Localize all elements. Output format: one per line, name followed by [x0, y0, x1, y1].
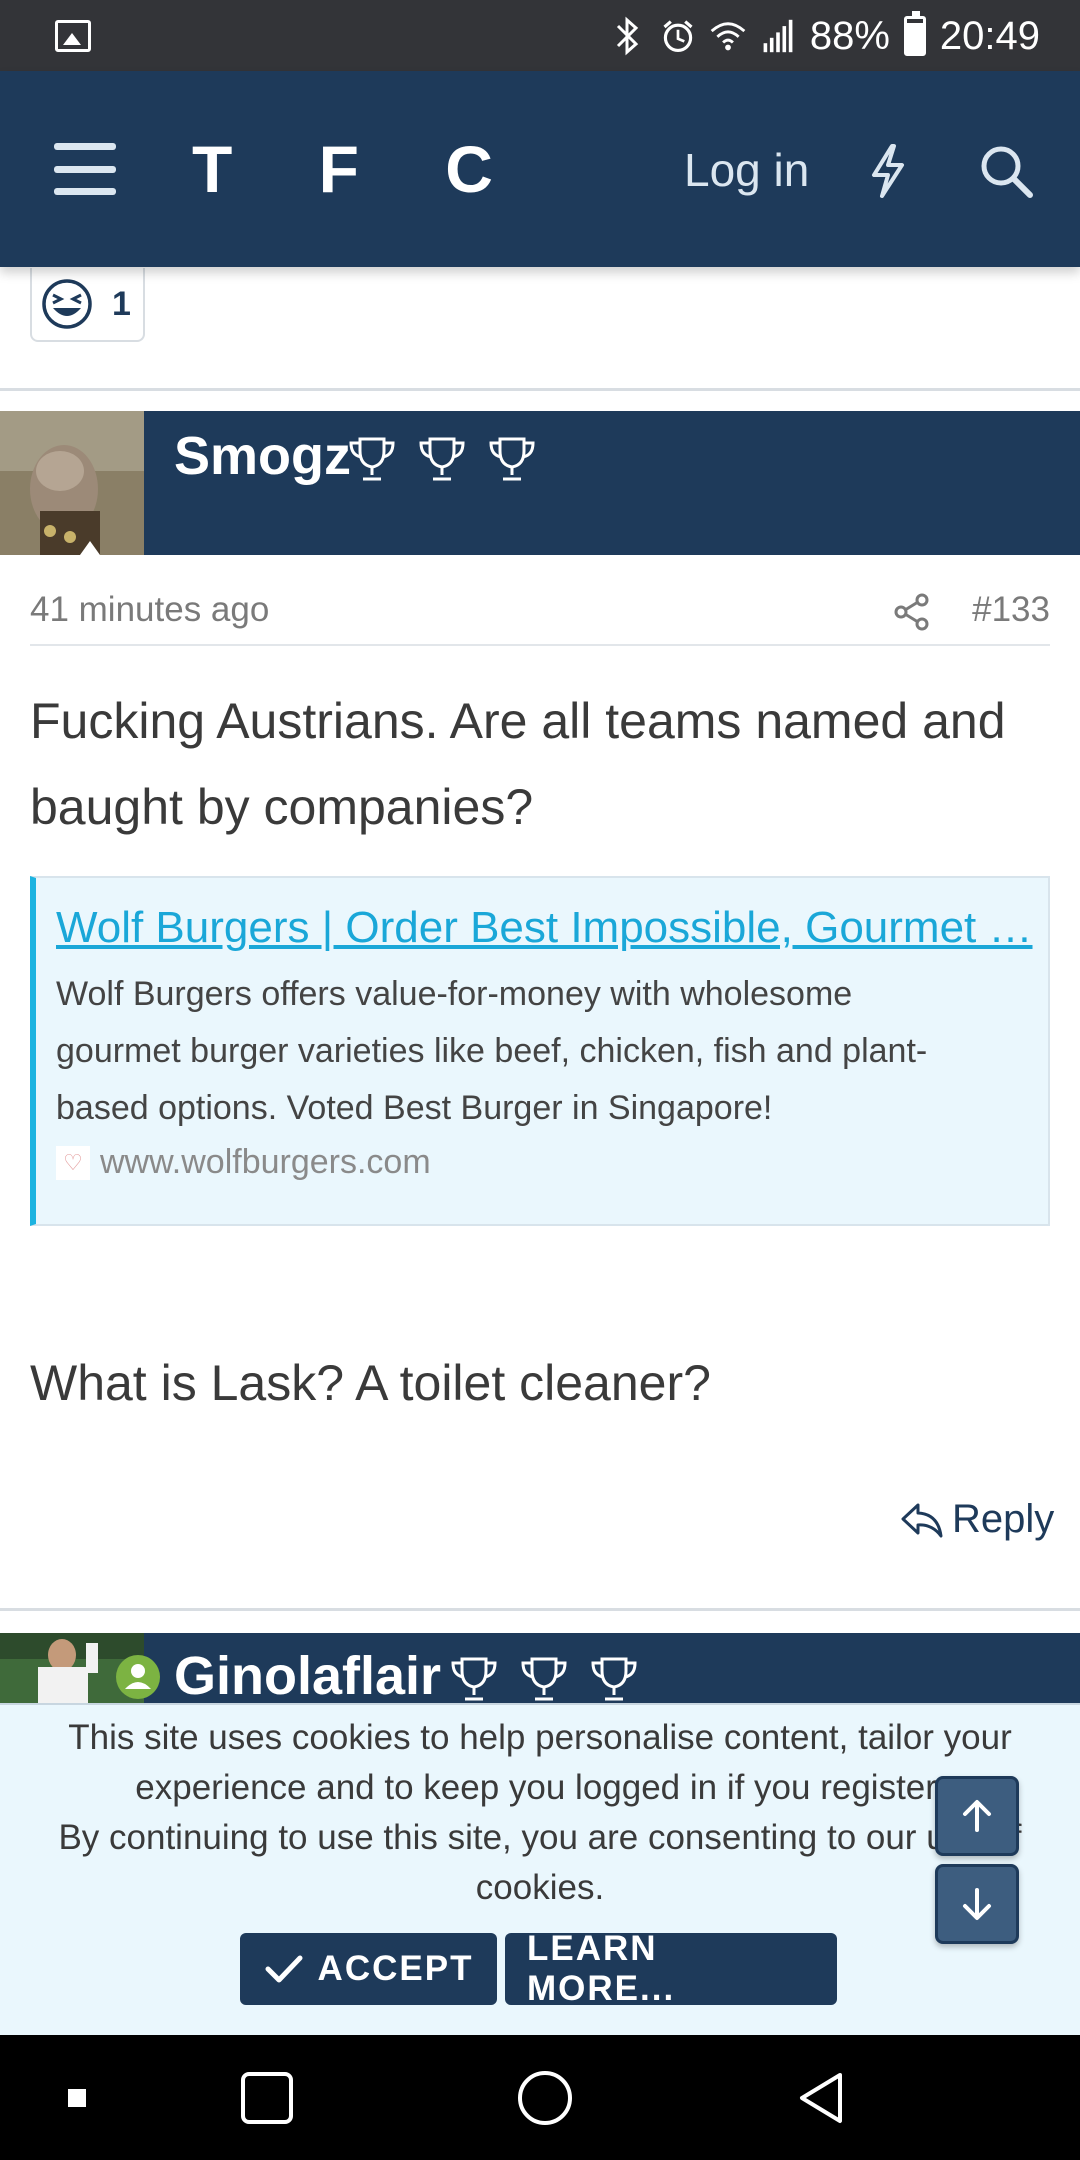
- wifi-icon: [710, 14, 746, 58]
- link-preview-card[interactable]: Wolf Burgers | Order Best Impossible, Go…: [30, 876, 1050, 1226]
- link-description-line: based options. Voted Best Burger in Sing…: [56, 1089, 773, 1127]
- accept-label: ACCEPT: [317, 1949, 474, 1988]
- post-body-line: baught by companies?: [30, 779, 534, 835]
- arrow-down-icon: [963, 1888, 991, 1920]
- recent-apps-icon[interactable]: [240, 2071, 294, 2125]
- reply-label: Reply: [952, 1497, 1055, 1541]
- back-icon[interactable]: [796, 2071, 846, 2125]
- checkmark-icon: [265, 1955, 303, 1983]
- learn-more-label: LEARN MORE...: [527, 1929, 676, 2008]
- avatar[interactable]: [0, 411, 144, 555]
- wolf-favicon-icon: ♡: [56, 1145, 90, 1180]
- bluetooth-icon: [610, 14, 646, 58]
- reply-icon: [901, 1503, 943, 1537]
- lightning-icon[interactable]: [866, 143, 910, 199]
- link-description: Wolf Burgers offers value-for-money with…: [56, 966, 1036, 1137]
- signal-icon: [760, 14, 796, 58]
- home-icon[interactable]: [516, 2069, 574, 2127]
- trophy-row: [448, 1653, 640, 1705]
- cookie-notice-line: By continuing to use this site, you are …: [58, 1818, 1022, 1857]
- search-icon[interactable]: [978, 143, 1034, 199]
- link-site: ♡ www.wolfburgers.com: [56, 1143, 1028, 1182]
- accept-button[interactable]: ACCEPT: [240, 1933, 497, 2005]
- trophy-row: [346, 433, 538, 485]
- gallery-icon: [55, 20, 91, 52]
- login-link[interactable]: Log in: [684, 143, 809, 197]
- reaction-count: 1: [112, 284, 131, 323]
- trophy-icon: [521, 1657, 567, 1701]
- laughing-face-icon: [42, 279, 92, 329]
- link-title[interactable]: Wolf Burgers | Order Best Impossible, Go…: [56, 900, 1036, 956]
- trophy-icon: [419, 437, 465, 481]
- online-status-icon: [116, 1655, 160, 1699]
- clock: 20:49: [939, 13, 1040, 58]
- post-author[interactable]: Smogz: [174, 425, 351, 487]
- trophy-icon: [349, 437, 395, 481]
- trophy-icon: [489, 437, 535, 481]
- battery-percent: 88%: [809, 13, 890, 58]
- post-body-after: What is Lask? A toilet cleaner?: [30, 1355, 711, 1411]
- post-divider: [0, 388, 1080, 391]
- meta-divider: [30, 644, 1050, 646]
- alarm-icon: [660, 14, 696, 58]
- post-number[interactable]: #133: [972, 590, 1050, 630]
- post-body-line: Fucking Austrians. Are all teams named a…: [30, 693, 1006, 749]
- menu-dot-icon[interactable]: [68, 2089, 86, 2107]
- reaction-summary[interactable]: 1: [30, 268, 145, 342]
- next-post-author[interactable]: Ginolaflair: [174, 1645, 441, 1705]
- cookie-banner: This site uses cookies to help personali…: [0, 1703, 1080, 2035]
- post-user-bar: Smogz: [0, 411, 1080, 555]
- cookie-notice-line: cookies.: [475, 1868, 605, 1907]
- post-body: Fucking Austrians. Are all teams named a…: [30, 678, 1060, 850]
- site-logo[interactable]: T F C: [192, 131, 527, 207]
- trophy-icon: [451, 1657, 497, 1701]
- system-navigation-bar: [0, 2035, 1080, 2160]
- cookie-buttons: ACCEPT LEARN MORE...: [240, 1929, 837, 2008]
- cookie-notice-line: This site uses cookies to help personali…: [68, 1718, 1012, 1757]
- arrow-up-icon: [963, 1800, 991, 1832]
- post-time[interactable]: 41 minutes ago: [30, 590, 269, 630]
- reply-button[interactable]: Reply: [900, 1497, 1054, 1542]
- scroll-to-bottom-button[interactable]: [935, 1864, 1019, 1944]
- status-bar: 88% 20:49: [0, 0, 1080, 71]
- post-divider: [0, 1608, 1080, 1611]
- site-header: T F C Log in: [0, 71, 1080, 267]
- link-description-line: gourmet burger varieties like beef, chic…: [56, 1032, 928, 1070]
- cookie-notice-line: experience and to keep you logged in if …: [135, 1768, 945, 1807]
- scroll-to-top-button[interactable]: [935, 1776, 1019, 1856]
- next-post-user-bar: Ginolaflair: [0, 1633, 1080, 1705]
- cookie-notice-text: This site uses cookies to help personali…: [40, 1713, 1040, 1913]
- link-site-url: www.wolfburgers.com: [100, 1143, 431, 1181]
- menu-icon[interactable]: [54, 143, 116, 195]
- battery-icon: [903, 11, 926, 56]
- learn-more-button[interactable]: LEARN MORE...: [505, 1929, 837, 2008]
- share-icon[interactable]: [892, 592, 932, 632]
- trophy-icon: [591, 1657, 637, 1701]
- status-icons: 88% 20:49: [610, 10, 1040, 62]
- link-description-line: Wolf Burgers offers value-for-money with…: [56, 975, 853, 1013]
